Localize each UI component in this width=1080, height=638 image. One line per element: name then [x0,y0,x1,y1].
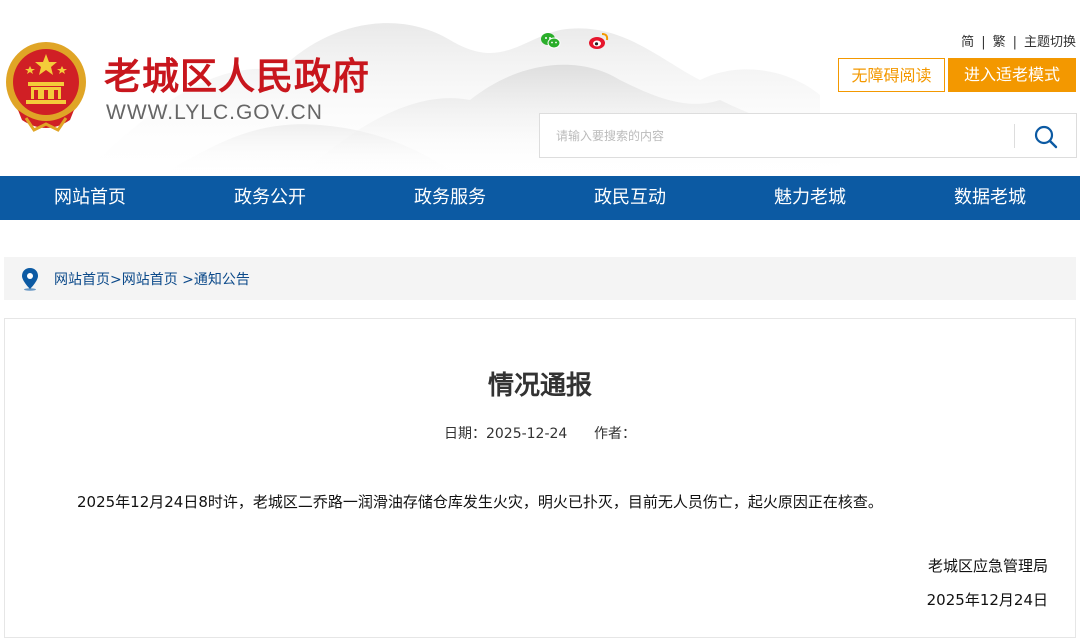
breadcrumb: 网站首页>网站首页 >通知公告 [4,257,1076,300]
site-title: 老城区人民政府 [104,55,370,98]
breadcrumb-home-link[interactable]: 网站首页 [54,272,110,288]
separator: | [981,35,986,50]
site-url: WWW.LYLC.GOV.CN [106,101,323,124]
nav-item-data-laocheng[interactable]: 数据老城 [900,176,1080,220]
breadcrumb-trail: 网站首页>网站首页 >通知公告 [54,269,250,289]
article-title: 情况通报 [487,371,592,401]
site-header: 老城区人民政府 WWW.LYLC.GOV.CN 简 | 繁 | 主题切换 无障碍阅读 进… [0,0,1080,176]
nav-item-charm-laocheng[interactable]: 魅力老城 [720,176,900,220]
weibo-icon[interactable] [588,31,610,51]
breadcrumb-separator: > [110,272,122,288]
article-date: 2025年12月24日 [926,591,1048,609]
language-switcher: 简 | 繁 | 主题切换 [961,31,1076,50]
search-icon[interactable] [1032,123,1060,151]
location-pin-icon [22,268,38,291]
wechat-icon[interactable] [540,31,562,51]
search-divider [1014,124,1015,148]
national-emblem-logo [6,42,86,132]
article-signature: 老城区应急管理局 [927,557,1048,575]
traditional-chinese-link[interactable]: 繁 [993,35,1006,50]
nav-item-government-affairs[interactable]: 政务公开 [180,176,360,220]
search-input[interactable] [556,124,1006,148]
nav-item-interaction[interactable]: 政民互动 [540,176,720,220]
article-body: 2025年12月24日8时许，老城区二乔路一润滑油存储仓库发生火灾，明火已扑灭，… [77,493,883,511]
simplified-chinese-link[interactable]: 简 [961,35,974,50]
elder-mode-button[interactable]: 进入适老模式 [948,58,1076,92]
theme-switch-link[interactable]: 主题切换 [1024,35,1076,50]
breadcrumb-home-link-2[interactable]: 网站首页 [122,272,178,288]
separator: | [1012,35,1017,50]
nav-item-home[interactable]: 网站首页 [0,176,180,220]
search-bar [539,113,1077,158]
breadcrumb-separator: > [177,272,194,288]
article-meta: 日期：2025-12-24 作者： [443,426,637,442]
main-navigation: 网站首页 政务公开 政务服务 政民互动 魅力老城 数据老城 [0,176,1080,220]
breadcrumb-notice-link[interactable]: 通知公告 [194,272,250,288]
accessible-reading-button[interactable]: 无障碍阅读 [838,58,945,92]
nav-item-government-services[interactable]: 政务服务 [360,176,540,220]
article-panel: 情况通报 日期：2025-12-24 作者： 2025年12月24日8时许，老城… [4,318,1076,638]
